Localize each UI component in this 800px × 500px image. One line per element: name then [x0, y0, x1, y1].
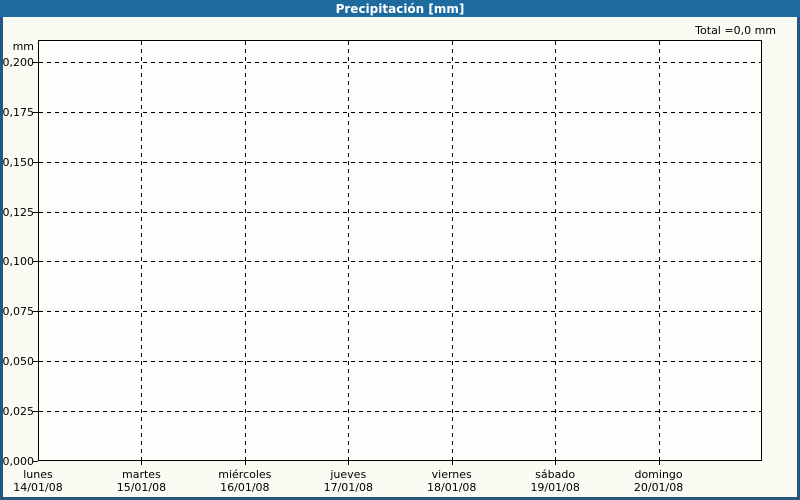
x-tick-label: lunes 14/01/08: [0, 468, 93, 494]
day-name-label: jueves: [330, 468, 367, 481]
day-name-label: sábado: [535, 468, 576, 481]
y-tick-label: 0,175: [2, 106, 35, 119]
x-gridline: [348, 41, 349, 460]
y-gridline: [39, 411, 761, 412]
day-name-label: viernes: [431, 468, 472, 481]
x-tick-label: sábado 19/01/08: [500, 468, 610, 494]
y-gridline: [39, 162, 761, 163]
day-name-label: domingo: [634, 468, 683, 481]
y-gridline: [39, 361, 761, 362]
date-label: 18/01/08: [427, 481, 477, 494]
y-gridline: [39, 212, 761, 213]
y-tick-label: 0,000: [2, 455, 35, 468]
day-name-label: miércoles: [218, 468, 272, 481]
x-tick-label: martes 15/01/08: [86, 468, 196, 494]
date-label: 16/01/08: [220, 481, 270, 494]
total-annotation: Total =0,0 mm: [695, 24, 776, 37]
date-label: 17/01/08: [323, 481, 373, 494]
x-tick-label: domingo 20/01/08: [604, 468, 714, 494]
y-gridline: [39, 62, 761, 63]
y-gridline: [39, 261, 761, 262]
plot-area: [38, 40, 762, 461]
y-tick-label: 0,200: [2, 56, 35, 69]
date-label: 19/01/08: [530, 481, 580, 494]
x-tick-label: jueves 17/01/08: [293, 468, 403, 494]
y-tick-label: 0,025: [2, 405, 35, 418]
date-label: 20/01/08: [633, 481, 684, 494]
chart-title: Precipitación [mm]: [335, 1, 465, 16]
date-label: 14/01/08: [13, 481, 63, 494]
x-axis-tick: [659, 461, 660, 465]
y-axis-unit-label: mm: [12, 40, 34, 53]
x-tick-label: viernes 18/01/08: [397, 468, 507, 494]
y-tick-label: 0,100: [2, 255, 35, 268]
chart-title-bar: Precipitación [mm]: [0, 0, 800, 17]
y-tick-label: 0,075: [2, 305, 35, 318]
x-gridline: [555, 41, 556, 460]
x-gridline: [245, 41, 246, 460]
day-name-label: lunes: [23, 468, 53, 481]
date-label: 15/01/08: [116, 481, 167, 494]
y-gridline: [39, 311, 761, 312]
y-tick-label: 0,125: [2, 206, 35, 219]
x-gridline: [452, 41, 453, 460]
x-tick-label: miércoles 16/01/08: [190, 468, 300, 494]
x-gridline: [659, 41, 660, 460]
x-axis-tick: [452, 461, 453, 465]
x-axis-tick: [245, 461, 246, 465]
chart-window: Precipitación [mm] Total =0,0 mm mm 0,00…: [0, 0, 800, 500]
y-gridline: [39, 112, 761, 113]
x-axis-tick: [348, 461, 349, 465]
x-axis-tick: [555, 461, 556, 465]
day-name-label: martes: [122, 468, 161, 481]
y-tick-label: 0,050: [2, 355, 35, 368]
x-axis-tick: [141, 461, 142, 465]
y-tick-label: 0,150: [2, 156, 35, 169]
x-gridline: [141, 41, 142, 460]
